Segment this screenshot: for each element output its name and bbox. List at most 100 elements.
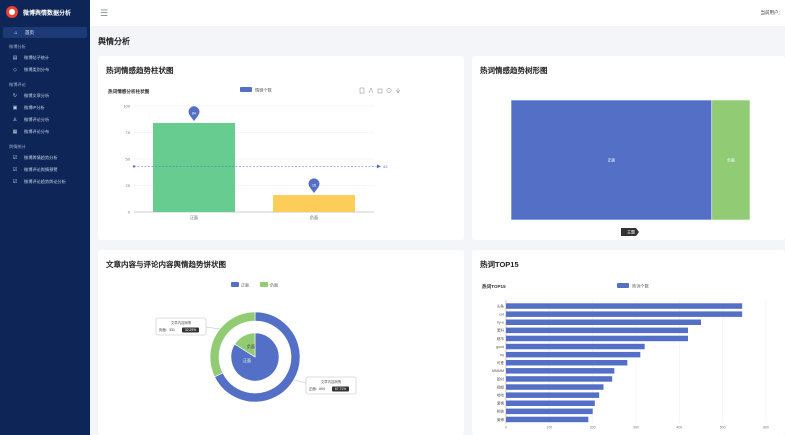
legend-swatch[interactable] [231, 282, 239, 287]
y-tick-label: 头条 [497, 303, 505, 308]
bar[interactable] [506, 319, 701, 326]
sidebar-item-label: 微博评论分布 [24, 129, 50, 134]
chart-subtitle: 热词情感分析柱状图 [108, 88, 150, 95]
bar[interactable] [506, 408, 593, 415]
card-sentiment-treemap: 热词情感趋势树形图 主题 正面 负面 [472, 56, 785, 240]
y-tick-label: 爱情 [497, 401, 505, 406]
map-icon: ▣ [12, 105, 18, 111]
x-tick-label: 600 [763, 426, 769, 430]
bar[interactable] [506, 416, 589, 423]
home-icon: ⌂ [14, 29, 18, 36]
sidebar-item-label: 微博文章分析 [24, 93, 50, 98]
sidebar-item-2-1[interactable]: ☑ 微博评论舆情预警 [0, 164, 90, 176]
data-view-icon[interactable] [359, 87, 365, 94]
sidebar-item-label: 首页 [25, 29, 34, 35]
sidebar-item-home[interactable]: ⌂ 首页 [3, 27, 87, 38]
tooltip-title: 文章内容舆情 [321, 379, 342, 384]
line-chart-icon[interactable] [368, 87, 374, 94]
y-tick-label: good [496, 345, 504, 349]
card-hotword-top15: 热词TOP15 热词TOP15 热词个数 0 100 200 300 400 500 600… [472, 250, 785, 435]
bar[interactable] [506, 335, 688, 342]
x-tick-label: 正面 [190, 215, 198, 220]
x-tick-label: 100 [546, 426, 552, 430]
bar[interactable] [506, 376, 613, 382]
legend-swatch[interactable] [240, 87, 252, 92]
y-tick-label: 75 [126, 130, 131, 135]
treemap-breadcrumb[interactable]: 主题 [621, 228, 639, 236]
sidebar-item-2-2[interactable]: ☑ 微博评论趋势舆论分析 [0, 176, 90, 188]
y-tick-label: 50 [126, 157, 131, 162]
sidebar-group-title: 微博评论 [9, 82, 26, 87]
y-tick-label: 25 [126, 183, 131, 188]
sidebar-item-label: 微博评论舆情预警 [24, 167, 58, 172]
legend-label[interactable]: 情感个数 [255, 87, 273, 94]
inner-slice-label: 正面 [243, 358, 251, 363]
markline-label: 43 [383, 164, 388, 169]
bar[interactable] [506, 303, 743, 309]
legend-label[interactable]: 热词个数 [632, 283, 650, 290]
restore-icon[interactable] [386, 88, 392, 93]
top-bar: ☰ 当前用户： [90, 0, 785, 26]
bar-pin-label: 16 [312, 184, 316, 188]
bar[interactable] [506, 384, 604, 390]
user-icon: ♙ [12, 117, 18, 123]
sidebar-item-1-3[interactable]: ▦ 微博评论分布 [0, 126, 90, 138]
treemap-node-label: 正面 [608, 158, 616, 163]
legend-swatch[interactable] [260, 282, 268, 287]
x-tick-label: 负面 [310, 214, 318, 220]
bar[interactable] [506, 392, 600, 398]
legend-label: 正面 [241, 282, 249, 287]
legend-swatch[interactable] [617, 283, 629, 288]
y-tick-label: 100 [123, 104, 130, 109]
sidebar-item-label: 微博评论分析 [24, 117, 50, 122]
hamburger-menu-icon[interactable]: ☰ [100, 8, 108, 19]
tooltip-value: 负面：331 [159, 327, 175, 332]
sidebar-item-0-0[interactable]: ▤ 微博帖子统计 [0, 52, 90, 64]
y-tick-label: ny [500, 353, 504, 357]
bar[interactable] [506, 400, 595, 407]
sentiment-treemap-chart: 主题 正面 负面 [510, 99, 751, 236]
hotword-top15-chart: 热词TOP15 热词个数 0 100 200 300 400 500 600 头条 cut hy-… [482, 283, 769, 430]
y-tick-label: 视频 [497, 384, 505, 389]
current-user[interactable]: 当前用户： [761, 10, 784, 16]
sidebar-item-1-2[interactable]: ♙ 微博评论分析 [0, 114, 90, 126]
y-tick-label: 黑料 [497, 328, 505, 333]
card-sentiment-bar: 热词情感趋势柱状图 热词情感分析柱状图 情感个数 0 25 50 75 100 正面 84 负… [98, 56, 464, 240]
inner-slice-label: 负面 [247, 343, 255, 349]
bar[interactable] [506, 343, 645, 350]
bar[interactable] [273, 195, 355, 212]
sidebar-item-1-1[interactable]: ▣ 微博IP分析 [0, 102, 90, 114]
y-tick-label: 相信 [497, 409, 505, 414]
bar[interactable] [506, 351, 641, 358]
bar[interactable] [506, 311, 743, 317]
sidebar-item-1-0[interactable]: ↻ 微博文章分析 [0, 90, 90, 102]
sidebar-group-title: 舆情统计 [9, 144, 26, 149]
bar[interactable] [506, 368, 615, 374]
tooltip-title: 文章内容舆情 [171, 320, 192, 325]
bar[interactable] [506, 360, 628, 366]
y-tick-label: 新时 [497, 376, 505, 381]
sidebar: 微博舆情数据分析 ⌂ 首页 微博分析 ▤ 微博帖子统计 ◇ 微博类别分布 微博评论 ↻ 微博文… [0, 0, 90, 435]
x-tick-label: 0 [505, 426, 507, 430]
refresh-icon: ↻ [12, 93, 18, 99]
bar[interactable] [153, 122, 235, 212]
markline-arrow [377, 164, 381, 169]
breadcrumb-label: 主题 [627, 229, 635, 235]
sidebar-item-2-0[interactable]: ☑ 微博舆情趋势分析 [0, 152, 90, 164]
y-tick-label: 哈哈 [497, 392, 505, 397]
bar[interactable] [506, 327, 688, 334]
sidebar-item-0-1[interactable]: ◇ 微博类别分布 [0, 64, 90, 76]
tooltip-value: 正面：694 [309, 386, 325, 391]
y-tick-label: 微博 [497, 417, 505, 422]
chart-toolbox [359, 87, 401, 94]
y-tick-label: MMMM [492, 369, 504, 373]
weibo-logo-icon [6, 6, 18, 18]
bar-chart-icon[interactable] [377, 88, 383, 94]
y-tick-label: 可爱 [497, 360, 505, 365]
download-icon[interactable] [395, 88, 401, 94]
doc-icon: ▤ [12, 55, 18, 61]
treemap-node-label: 负面 [727, 158, 735, 163]
y-tick-label: cut [499, 312, 504, 316]
check-icon: ☑ [12, 155, 18, 161]
tooltip-positive: 文章内容舆情正面：694 67.71% [305, 376, 357, 395]
